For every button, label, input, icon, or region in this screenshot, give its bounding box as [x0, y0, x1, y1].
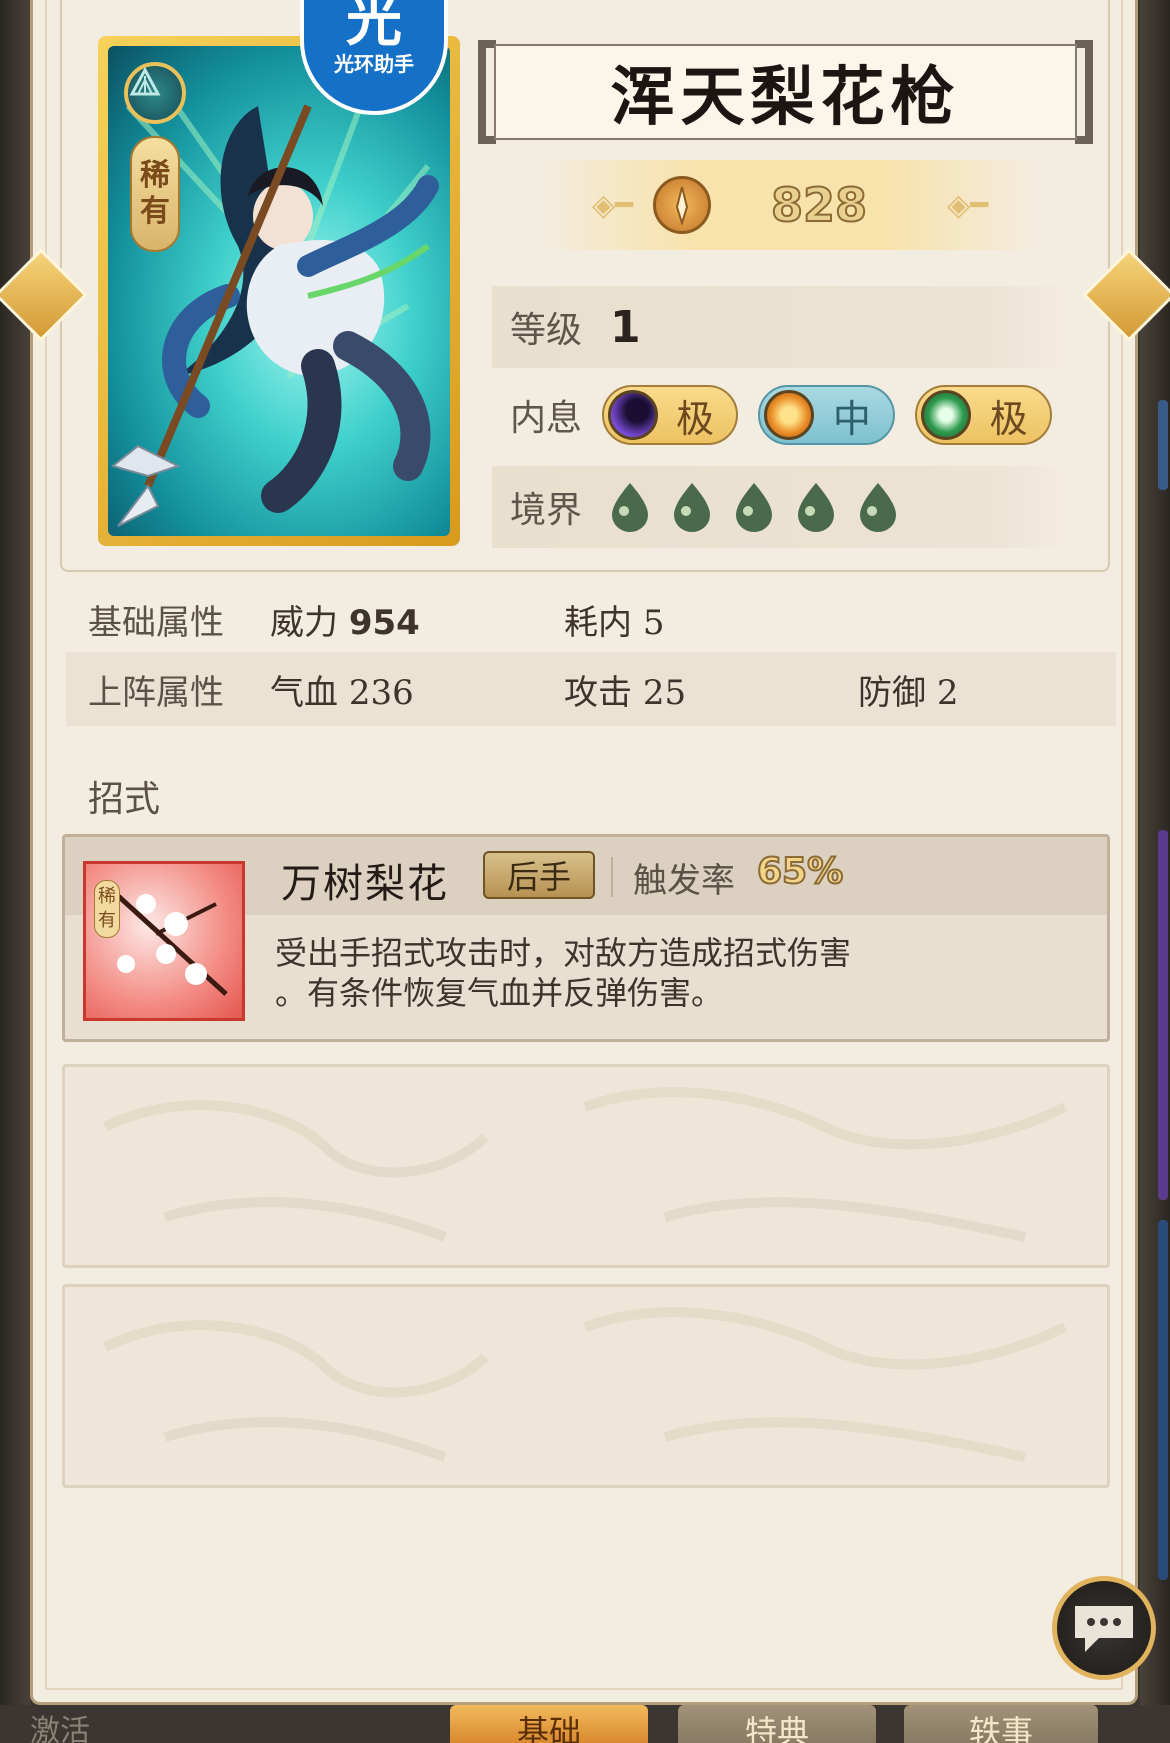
cloud-pattern: [102, 1307, 1068, 1462]
weapon-card-art: 稀 有: [108, 46, 450, 536]
deploy-attack: 攻击 25: [564, 672, 687, 713]
realm-row: 境界: [492, 466, 1072, 548]
right-background-strip: [1140, 0, 1170, 1743]
ornament-right-icon: ◈━: [947, 187, 989, 223]
neixi-pill-1[interactable]: 极: [601, 385, 739, 445]
skill-trigger-rate: 65%: [756, 850, 844, 893]
deploy-attribute-row: 上阵属性 气血 236 攻击 25 防御 2: [66, 652, 1116, 726]
sun-orb-icon: [764, 390, 815, 440]
ornament-left-icon: ◈━: [591, 187, 633, 223]
deploy-defense: 防御 2: [858, 672, 959, 713]
left-background-strip: [0, 0, 30, 1743]
base-cost: 耗内 5: [564, 602, 665, 643]
realm-drop-icon: [736, 483, 772, 532]
skill-description: 受出手招式攻击时，对敌方造成招式伤害 。有条件恢复气血并反弹伤害。: [275, 934, 852, 1012]
realm-drop-icon: [860, 483, 896, 532]
deploy-hp: 气血 236: [270, 672, 414, 713]
empty-skill-slot[interactable]: [62, 1284, 1110, 1488]
crescent-orb-icon: [921, 390, 972, 440]
neixi-row: 内息 极 中 极: [492, 374, 1072, 456]
sword-power-icon: [652, 176, 711, 234]
combat-power-row: ◈━ 828 ◈━: [540, 160, 1040, 250]
tab-basic[interactable]: 基础: [450, 1705, 648, 1743]
skill-name: 万树梨花: [281, 861, 449, 907]
empty-skill-slot[interactable]: [62, 1064, 1110, 1268]
skill-card[interactable]: 稀有 万树梨花 后手 触发率 65% 受出手招式攻击时，对敌方造成招式伤害 。有…: [62, 834, 1110, 1042]
level-value: 1: [610, 301, 641, 353]
weapon-title-plaque: 浑天梨花枪: [478, 40, 1093, 144]
skill-type-badge: 后手: [483, 851, 595, 899]
rarity-tag: 稀 有: [130, 136, 180, 252]
pear-blossom-skill-icon: 稀有: [83, 861, 245, 1021]
level-row: 等级 1: [492, 286, 1072, 368]
combat-power-value: 828: [770, 177, 868, 233]
realm-drop-icon: [798, 483, 834, 532]
tab-story[interactable]: 轶事: [904, 1705, 1098, 1743]
neixi-pill-3[interactable]: 极: [915, 385, 1052, 445]
moves-section-title: 招式: [88, 779, 161, 820]
chat-bubble-icon: [1075, 1606, 1133, 1652]
chat-bubble-button[interactable]: [1052, 1576, 1156, 1680]
base-power: 威力 954: [270, 602, 420, 643]
weapon-name: 浑天梨花枪: [494, 44, 1077, 140]
realm-drop-icon: [612, 483, 648, 532]
realm-drop-icon: [674, 483, 710, 532]
tab-classic[interactable]: 特典: [678, 1705, 876, 1743]
neixi-pill-2[interactable]: 中: [758, 385, 896, 445]
base-attribute-row: 基础属性 威力 954 耗内 5: [66, 582, 1116, 656]
activate-button[interactable]: 激活: [30, 1705, 90, 1743]
moon-orb-icon: [607, 390, 658, 440]
rarity-emblem-icon: [124, 62, 186, 124]
cloud-pattern: [102, 1087, 1068, 1242]
weapon-card[interactable]: 稀 有: [98, 36, 460, 546]
